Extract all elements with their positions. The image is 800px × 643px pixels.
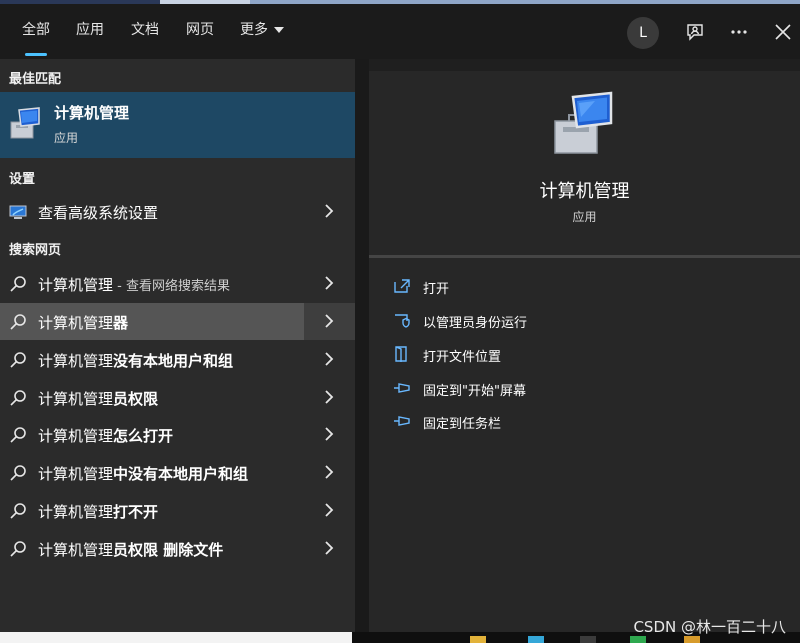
feedback-icon	[687, 24, 703, 41]
search-icon	[10, 427, 26, 443]
settings-item-label: 查看高级系统设置	[38, 204, 159, 222]
feedback-button[interactable]	[680, 17, 710, 47]
search-icon	[10, 352, 26, 368]
web-result-prefix: 计算机管理	[38, 541, 114, 559]
watermark: CSDN @林一百二十八	[633, 618, 786, 636]
web-result-prefix: 计算机管理	[38, 276, 114, 294]
search-icon	[10, 503, 26, 519]
settings-heading: 设置	[9, 172, 36, 187]
computer-management-icon	[10, 107, 40, 139]
chevron-down-icon	[274, 27, 284, 33]
detail-panel: 计算机管理 应用 打开 以管理员身份运行 打开文件位置 固定到"开始"屏幕 固定…	[369, 71, 800, 634]
web-result-suffix: 怎么打开	[113, 427, 174, 445]
action-pin-to-start-label: 固定到"开始"屏幕	[423, 384, 526, 399]
detail-subtitle: 应用	[572, 210, 597, 224]
web-result-prefix: 计算机管理	[38, 390, 114, 408]
tab-all[interactable]: 全部	[22, 4, 50, 59]
web-result-prefix: 计算机管理	[38, 427, 114, 445]
web-result-suffix: 没有本地用户和组	[113, 352, 234, 370]
open-icon	[394, 279, 410, 293]
action-run-as-admin[interactable]: 以管理员身份运行	[393, 308, 773, 334]
best-match-item[interactable]: 计算机管理 应用	[0, 92, 355, 158]
chevron-right-icon	[325, 352, 334, 366]
pin-icon	[394, 383, 410, 393]
detail-divider	[369, 255, 800, 258]
action-pin-to-taskbar-label: 固定到任务栏	[423, 417, 502, 432]
taskbar-app-icon[interactable]	[528, 636, 544, 643]
taskbar-app-icon[interactable]	[470, 636, 486, 643]
web-heading: 搜索网页	[9, 243, 62, 258]
web-result-item[interactable]: 计算机管理员权限	[0, 379, 355, 416]
system-settings-icon	[9, 205, 27, 219]
action-open-label: 打开	[423, 282, 450, 297]
web-result-item[interactable]: 计算机管理打不开	[0, 492, 355, 529]
web-result-suffix: - 查看网络搜索结果	[113, 279, 230, 294]
chevron-right-icon	[325, 503, 334, 517]
taskbar-app-icon[interactable]	[580, 636, 596, 643]
action-pin-to-taskbar[interactable]: 固定到任务栏	[393, 409, 773, 435]
web-result-item[interactable]: 计算机管理器	[0, 303, 355, 340]
avatar[interactable]: L	[627, 17, 659, 49]
close-icon	[775, 24, 791, 40]
action-open[interactable]: 打开	[393, 274, 773, 300]
search-icon	[10, 390, 26, 406]
panel-divider	[355, 59, 369, 634]
web-result-suffix: 中没有本地用户和组	[113, 465, 249, 483]
taskbar-app-icon[interactable]	[630, 636, 646, 643]
tab-documents[interactable]: 文档	[131, 4, 159, 59]
search-icon	[10, 541, 26, 557]
search-input[interactable]	[0, 632, 352, 643]
tab-web[interactable]: 网页	[186, 4, 214, 59]
chevron-right-icon	[325, 465, 334, 479]
web-result-item[interactable]: 计算机管理员权限 删除文件	[0, 530, 355, 567]
best-match-subtitle: 应用	[54, 131, 79, 145]
web-result-prefix: 计算机管理	[38, 465, 114, 483]
best-match-title: 计算机管理	[54, 104, 130, 122]
chevron-right-icon	[325, 314, 334, 328]
web-result-prefix: 计算机管理	[38, 503, 114, 521]
web-result-item[interactable]: 计算机管理怎么打开	[0, 416, 355, 453]
pin-icon	[394, 416, 410, 426]
web-result-item[interactable]: 计算机管理 - 查看网络搜索结果	[0, 265, 355, 302]
tab-more[interactable]: 更多	[240, 4, 284, 59]
web-result-item[interactable]: 计算机管理中没有本地用户和组	[0, 454, 355, 491]
search-header: 全部 应用 文档 网页 更多 L	[0, 4, 800, 59]
action-pin-to-start[interactable]: 固定到"开始"屏幕	[393, 376, 773, 402]
results-panel: 最佳匹配 计算机管理 应用 设置 查看高级系统设置 搜索网页 计算机管理 - 查…	[0, 59, 355, 634]
action-open-file-location[interactable]: 打开文件位置	[393, 342, 773, 368]
web-result-prefix: 计算机管理	[38, 314, 114, 332]
close-button[interactable]	[768, 17, 798, 47]
folder-icon	[395, 346, 407, 362]
more-icon	[731, 30, 747, 34]
tab-apps[interactable]: 应用	[76, 4, 104, 59]
taskbar-app-icon[interactable]	[684, 636, 700, 643]
search-icon	[10, 465, 26, 481]
web-result-suffix: 员权限	[113, 390, 159, 408]
action-open-file-location-label: 打开文件位置	[423, 350, 502, 365]
chevron-right-icon	[325, 390, 334, 404]
web-result-prefix: 计算机管理	[38, 352, 114, 370]
detail-title: 计算机管理	[539, 181, 630, 202]
chevron-right-icon	[325, 204, 334, 218]
shield-icon	[395, 314, 410, 328]
best-match-heading: 最佳匹配	[9, 72, 62, 87]
web-result-suffix: 器	[113, 314, 129, 332]
search-icon	[10, 314, 26, 330]
search-icon	[10, 276, 26, 292]
web-result-item[interactable]: 计算机管理没有本地用户和组	[0, 341, 355, 378]
action-run-as-admin-label: 以管理员身份运行	[423, 316, 528, 331]
chevron-right-icon	[325, 276, 334, 290]
chevron-right-icon	[325, 541, 334, 555]
computer-management-large-icon	[554, 91, 613, 154]
tab-more-label: 更多	[240, 22, 268, 38]
settings-item-advanced-system[interactable]: 查看高级系统设置	[0, 193, 355, 230]
web-result-suffix: 打不开	[113, 503, 159, 521]
web-result-suffix: 员权限 删除文件	[113, 541, 224, 559]
more-options-button[interactable]	[724, 17, 754, 47]
chevron-right-icon	[325, 427, 334, 441]
